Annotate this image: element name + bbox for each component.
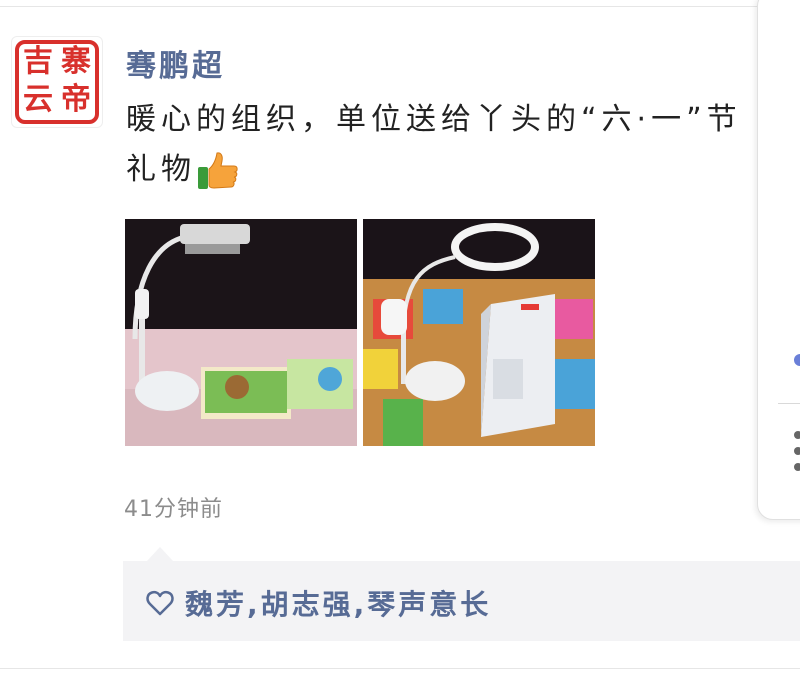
avatar-seal: 吉 寨 云 帝 [15,40,99,124]
seal-char-1: 吉 [23,44,53,79]
likes-names[interactable]: 魏芳,胡志强,琴声意长 [185,583,491,623]
post-photo-1[interactable] [125,219,357,446]
likes-box: 魏芳,胡志强,琴声意长 [123,561,800,641]
likes-caret [147,547,173,561]
avatar[interactable]: 吉 寨 云 帝 [11,36,103,128]
seal-char-2: 帝 [61,82,91,117]
photo-ringlamp-box [363,219,595,446]
post-timestamp: 41分钟前 [124,497,223,522]
bottom-divider [0,668,800,669]
side-indicator-icon [794,354,800,366]
post-text: 暖心的组织，单位送给丫头的“六·一”节礼物 [126,95,776,195]
side-popup-panel [757,0,800,520]
top-divider [0,6,800,7]
heart-outline-icon [146,590,174,616]
seal-char-3: 云 [23,82,53,117]
seal-char-0: 寨 [61,44,91,79]
thumbs-up-icon [196,151,240,191]
side-divider [778,403,800,404]
more-dots-icon[interactable] [794,431,800,471]
post-photo-2[interactable] [363,219,595,446]
photo-lamp-books [125,219,357,446]
author-name[interactable]: 骞鹏超 [126,41,225,85]
